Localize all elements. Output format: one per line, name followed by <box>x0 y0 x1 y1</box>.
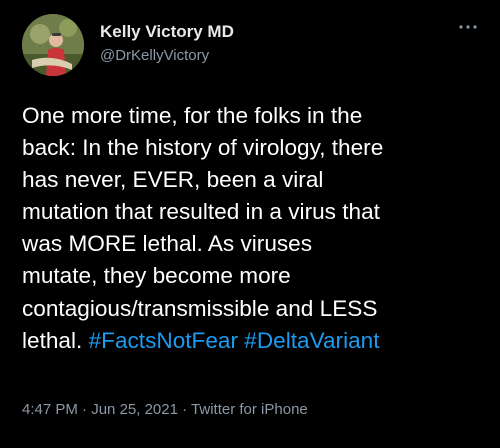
tweet-text-line: was MORE lethal. As viruses <box>22 231 313 257</box>
tweet-text-line: mutation that resulted in a virus that <box>22 199 380 225</box>
tweet-text-last-line: lethal. #FactsNotFear #DeltaVariant <box>22 325 492 357</box>
tweet-card: Kelly Victory MD @DrKellyVictory One mor… <box>0 0 500 448</box>
tweet-text-line: contagious/transmissible and LESS <box>22 295 378 321</box>
hashtag-link[interactable]: #DeltaVariant <box>244 328 379 353</box>
tweet-text-line: lethal. <box>22 327 83 353</box>
tweet-time[interactable]: 4:47 PM <box>22 401 78 418</box>
avatar[interactable] <box>22 14 84 76</box>
tweet-date[interactable]: Jun 25, 2021 <box>91 401 178 418</box>
tweet-source[interactable]: Twitter for iPhone <box>191 401 308 418</box>
hashtag-link[interactable]: #FactsNotFear <box>89 328 238 353</box>
tweet-text-line: mutate, they become more <box>22 263 291 289</box>
meta-separator: · <box>182 401 188 418</box>
tweet-text-line: back: In the history of virology, there <box>22 135 384 161</box>
meta-separator: · <box>82 401 88 418</box>
avatar-image <box>22 14 84 76</box>
tweet-text: One more time, for the folks in the back… <box>22 100 492 357</box>
tweet-text-line: One more time, for the folks in the <box>22 103 363 128</box>
more-options-icon[interactable] <box>456 20 480 34</box>
author-handle[interactable]: @DrKellyVictory <box>100 47 209 64</box>
tweet-metadata: 4:47 PM · Jun 25, 2021 · Twitter for iPh… <box>22 401 308 418</box>
tweet-text-line: has never, EVER, been a viral <box>22 167 324 193</box>
author-name[interactable]: Kelly Victory MD <box>100 22 234 42</box>
